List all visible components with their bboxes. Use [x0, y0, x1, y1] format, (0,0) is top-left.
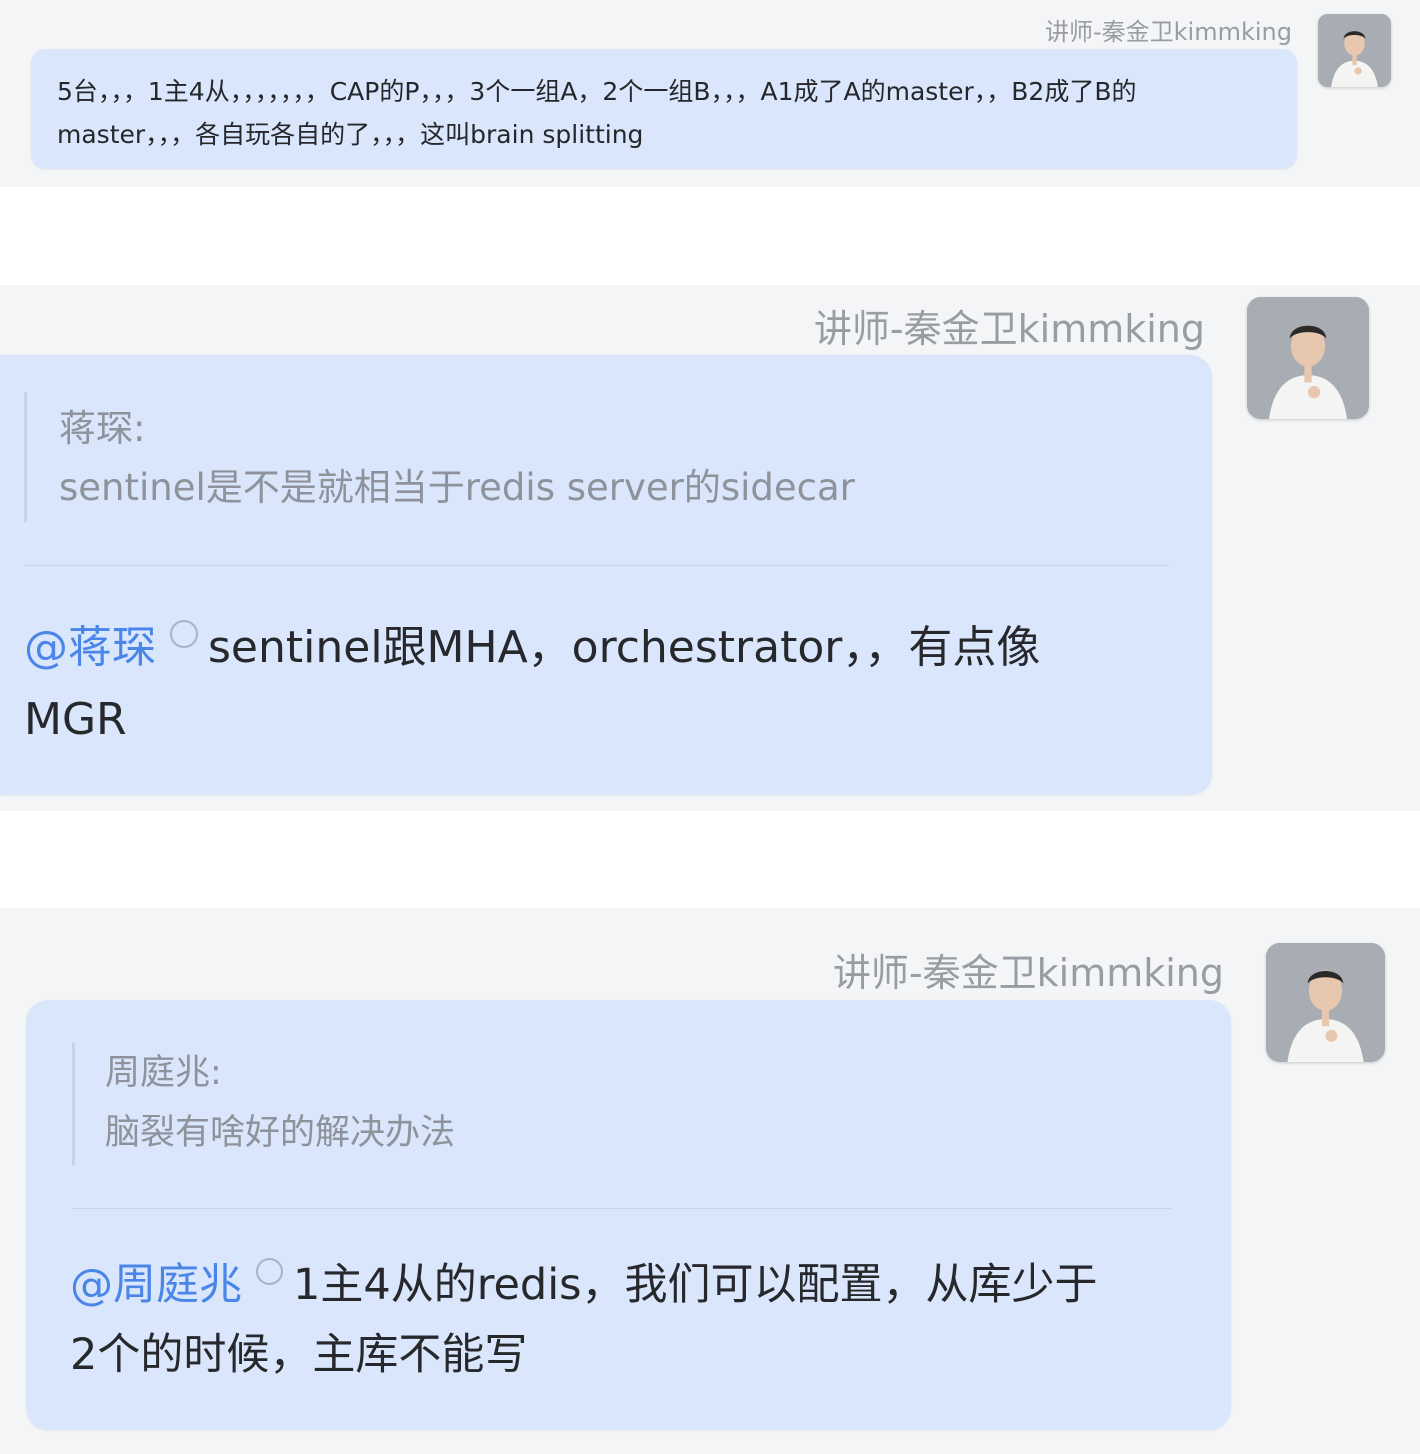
avatar[interactable] — [1247, 297, 1369, 419]
reply-content: sentinel跟MHA，orchestrator，，有点像 — [208, 622, 1041, 673]
reply-line-1: @蒋琛 sentinel跟MHA，orchestrator，，有点像 — [24, 612, 1194, 684]
reply-line-2: 2个的时候，主库不能写 — [70, 1330, 528, 1380]
avatar-photo-icon — [1318, 14, 1391, 87]
mention-link[interactable]: @蒋琛 — [24, 622, 156, 673]
reply-line-1: @周庭兆 1主4从的redis，我们可以配置，从库少于 — [70, 1250, 1190, 1320]
avatar[interactable] — [1266, 943, 1385, 1062]
avatar[interactable] — [1318, 14, 1391, 87]
quote-author: 周庭兆: — [105, 1053, 222, 1093]
reply-line-2: MGR — [24, 694, 127, 745]
mention-link[interactable]: @周庭兆 — [70, 1260, 242, 1310]
sender-name: 讲师-秦金卫kimmking — [1045, 18, 1292, 46]
reply-text: @周庭兆 1主4从的redis，我们可以配置，从库少于 2个的时候，主库不能写 — [70, 1250, 1190, 1390]
avatar-photo-icon — [1247, 297, 1369, 419]
quote-author: 蒋琛: — [59, 407, 146, 450]
reply-content: 1主4从的redis，我们可以配置，从库少于 — [293, 1260, 1098, 1310]
mention-marker-icon — [256, 1258, 283, 1285]
message-text: 5台，，，1主4从，，，，，，，CAP的P，，，3个一组A，2个一组B，，，A1… — [57, 77, 1137, 149]
quote-text: sentinel是不是就相当于redis server的sidecar — [59, 466, 855, 509]
mention-marker-icon — [170, 620, 198, 648]
quote-divider — [72, 1208, 1172, 1209]
quote-divider — [24, 565, 1170, 566]
quote-text: 脑裂有啥好的解决办法 — [105, 1113, 456, 1153]
sender-name: 讲师-秦金卫kimmking — [813, 307, 1205, 351]
sender-name: 讲师-秦金卫kimmking — [832, 951, 1224, 995]
avatar-photo-icon — [1266, 943, 1385, 1062]
quoted-message[interactable]: 周庭兆: 脑裂有啥好的解决办法 — [72, 1043, 1205, 1165]
quoted-message[interactable]: 蒋琛: sentinel是不是就相当于redis server的sidecar — [24, 392, 1179, 522]
reply-text: @蒋琛 sentinel跟MHA，orchestrator，，有点像 MGR — [24, 612, 1194, 756]
